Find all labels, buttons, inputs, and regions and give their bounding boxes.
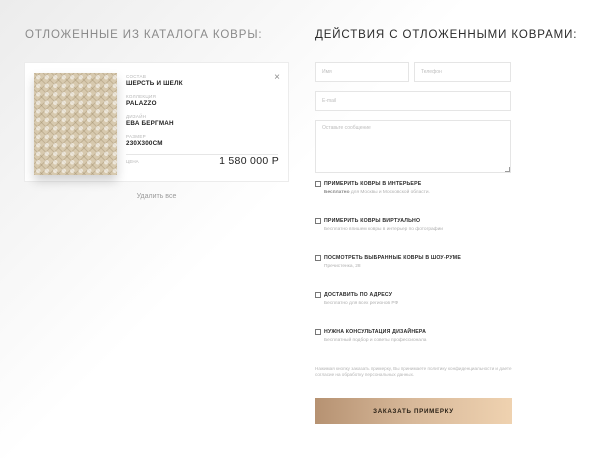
- checkbox[interactable]: [315, 181, 321, 187]
- order-fitting-button[interactable]: ЗАКАЗАТЬ ПРИМЕРКУ: [315, 398, 512, 424]
- option-designer-consult: НУЖНА КОНСУЛЬТАЦИЯ ДИЗАЙНЕРА Бесплатный …: [315, 329, 426, 343]
- actions-title: ДЕЙСТВИЯ С ОТЛОЖЕННЫМИ КОВРАМИ:: [315, 29, 578, 41]
- deferred-rugs-title: ОТЛОЖЕННЫЕ ИЗ КАТАЛОГА КОВРЫ:: [25, 29, 263, 41]
- phone-field[interactable]: [414, 62, 511, 82]
- email-field[interactable]: [315, 91, 511, 111]
- rug-image[interactable]: [34, 73, 117, 175]
- attr-label: ДИЗАЙН: [126, 114, 147, 119]
- checkbox[interactable]: [315, 292, 321, 298]
- attr-design: ДИЗАЙН ЕВА БЕРГМАН: [126, 114, 174, 127]
- option-showroom: ПОСМОТРЕТЬ ВЫБРАННЫЕ КОВРЫ В ШОУ-РУМЕ Пр…: [315, 255, 461, 269]
- option-desc: Бесплатный подбор и советы профессионала: [324, 338, 427, 343]
- option-title: ДОСТАВИТЬ ПО АДРЕСУ: [324, 292, 393, 298]
- attr-composition: СОСТАВ ШЕРСТЬ И ШЕЛК: [126, 74, 183, 87]
- attr-value: 230X300СМ: [126, 140, 163, 147]
- price-label: ЦЕНА: [126, 159, 139, 164]
- close-icon[interactable]: ×: [274, 73, 280, 83]
- attr-label: КОЛЛЕКЦИЯ: [126, 94, 157, 99]
- message-wrapper: [315, 120, 511, 173]
- option-desc: Бесплатно для Москвы и Московской област…: [324, 190, 430, 195]
- option-desc: Пречистенка, 28: [324, 264, 361, 269]
- option-title: ПОСМОТРЕТЬ ВЫБРАННЫЕ КОВРЫ В ШОУ-РУМЕ: [324, 255, 461, 261]
- option-delivery: ДОСТАВИТЬ ПО АДРЕСУ Бесплатно для всех р…: [315, 292, 398, 306]
- option-title: ПРИМЕРИТЬ КОВРЫ В ИНТЕРЬЕРЕ: [324, 181, 422, 187]
- option-virtual-fitting: ПРИМЕРИТЬ КОВРЫ ВИРТУАЛЬНО Бесплатно впи…: [315, 218, 443, 232]
- attr-size: РАЗМЕР 230X300СМ: [126, 134, 163, 147]
- option-title: НУЖНА КОНСУЛЬТАЦИЯ ДИЗАЙНЕРА: [324, 329, 427, 335]
- attr-label: РАЗМЕР: [126, 134, 146, 139]
- price-value: 1 580 000 Р: [219, 155, 279, 167]
- option-desc: Бесплатно для всех регионов РФ: [324, 301, 399, 306]
- attr-value: PALAZZO: [126, 100, 157, 107]
- resize-handle-icon[interactable]: [505, 167, 510, 172]
- name-field[interactable]: [315, 62, 409, 82]
- attr-value: ЕВА БЕРГМАН: [126, 120, 174, 127]
- option-title: ПРИМЕРИТЬ КОВРЫ ВИРТУАЛЬНО: [324, 218, 421, 224]
- checkbox[interactable]: [315, 218, 321, 224]
- checkbox[interactable]: [315, 329, 321, 335]
- attr-label: СОСТАВ: [126, 74, 147, 79]
- option-desc: Бесплатно впишем ковры в интерьер по фот…: [324, 227, 443, 232]
- option-desc-text: для Москвы и Московской области.: [349, 190, 430, 195]
- option-interior-fitting: ПРИМЕРИТЬ КОВРЫ В ИНТЕРЬЕРЕ Бесплатно дл…: [315, 181, 430, 195]
- message-field[interactable]: [315, 120, 511, 173]
- deferred-rug-card: СОСТАВ ШЕРСТЬ И ШЕЛК КОЛЛЕКЦИЯ PALAZZO Д…: [24, 62, 289, 182]
- attr-collection: КОЛЛЕКЦИЯ PALAZZO: [126, 94, 157, 107]
- consent-text: Нажимая кнопку заказать примерку, Вы при…: [315, 366, 512, 377]
- attr-value: ШЕРСТЬ И ШЕЛК: [126, 80, 183, 87]
- option-desc-bold: Бесплатно: [324, 190, 350, 195]
- checkbox[interactable]: [315, 255, 321, 261]
- delete-all-link[interactable]: Удалить все: [24, 193, 289, 200]
